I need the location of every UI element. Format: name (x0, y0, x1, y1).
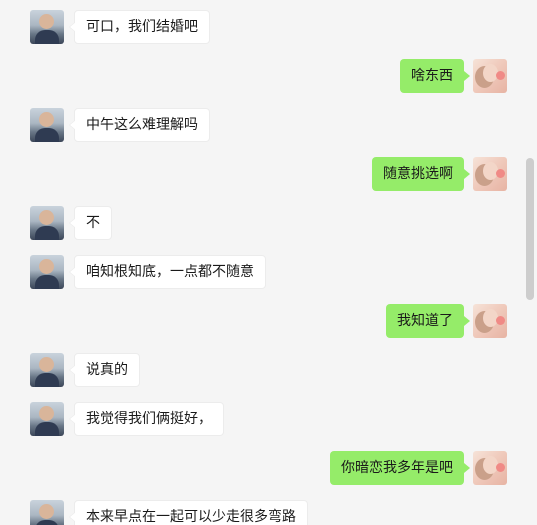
message-bubble[interactable]: 咱知根知底，一点都不随意 (69, 255, 266, 289)
message-row-incoming: 可口，我们结婚吧 (30, 10, 210, 44)
sender-avatar[interactable] (30, 108, 64, 142)
self-avatar[interactable] (473, 157, 507, 191)
message-bubble[interactable]: 你暗恋我多年是吧 (330, 451, 470, 485)
message-row-outgoing: 我知道了 (386, 304, 507, 338)
message-row-outgoing: 随意挑选啊 (372, 157, 507, 191)
message-bubble[interactable]: 啥东西 (400, 59, 470, 93)
message-row-incoming: 中午这么难理解吗 (30, 108, 210, 142)
self-avatar[interactable] (473, 59, 507, 93)
sender-avatar[interactable] (30, 500, 64, 525)
message-row-incoming: 咱知根知底，一点都不随意 (30, 255, 266, 289)
message-row-incoming: 本来早点在一起可以少走很多弯路 (30, 500, 308, 525)
message-row-outgoing: 啥东西 (400, 59, 507, 93)
sender-avatar[interactable] (30, 353, 64, 387)
message-bubble[interactable]: 可口，我们结婚吧 (69, 10, 210, 44)
chat-message-area[interactable]: 可口，我们结婚吧 啥东西 中午这么难理解吗 随意挑选啊 不 咱知根知底，一点都不… (0, 0, 537, 525)
message-bubble[interactable]: 我知道了 (386, 304, 470, 338)
sender-avatar[interactable] (30, 10, 64, 44)
sender-avatar[interactable] (30, 206, 64, 240)
self-avatar[interactable] (473, 451, 507, 485)
message-bubble[interactable]: 说真的 (69, 353, 140, 387)
message-bubble[interactable]: 中午这么难理解吗 (69, 108, 210, 142)
message-bubble[interactable]: 本来早点在一起可以少走很多弯路 (69, 500, 308, 525)
message-bubble[interactable]: 不 (69, 206, 112, 240)
scrollbar-thumb[interactable] (526, 158, 534, 300)
sender-avatar[interactable] (30, 402, 64, 436)
message-row-outgoing: 你暗恋我多年是吧 (330, 451, 507, 485)
message-bubble[interactable]: 随意挑选啊 (372, 157, 470, 191)
message-row-incoming: 我觉得我们俩挺好， (30, 402, 224, 436)
self-avatar[interactable] (473, 304, 507, 338)
message-bubble[interactable]: 我觉得我们俩挺好， (69, 402, 224, 436)
message-row-incoming: 不 (30, 206, 112, 240)
sender-avatar[interactable] (30, 255, 64, 289)
message-row-incoming: 说真的 (30, 353, 140, 387)
